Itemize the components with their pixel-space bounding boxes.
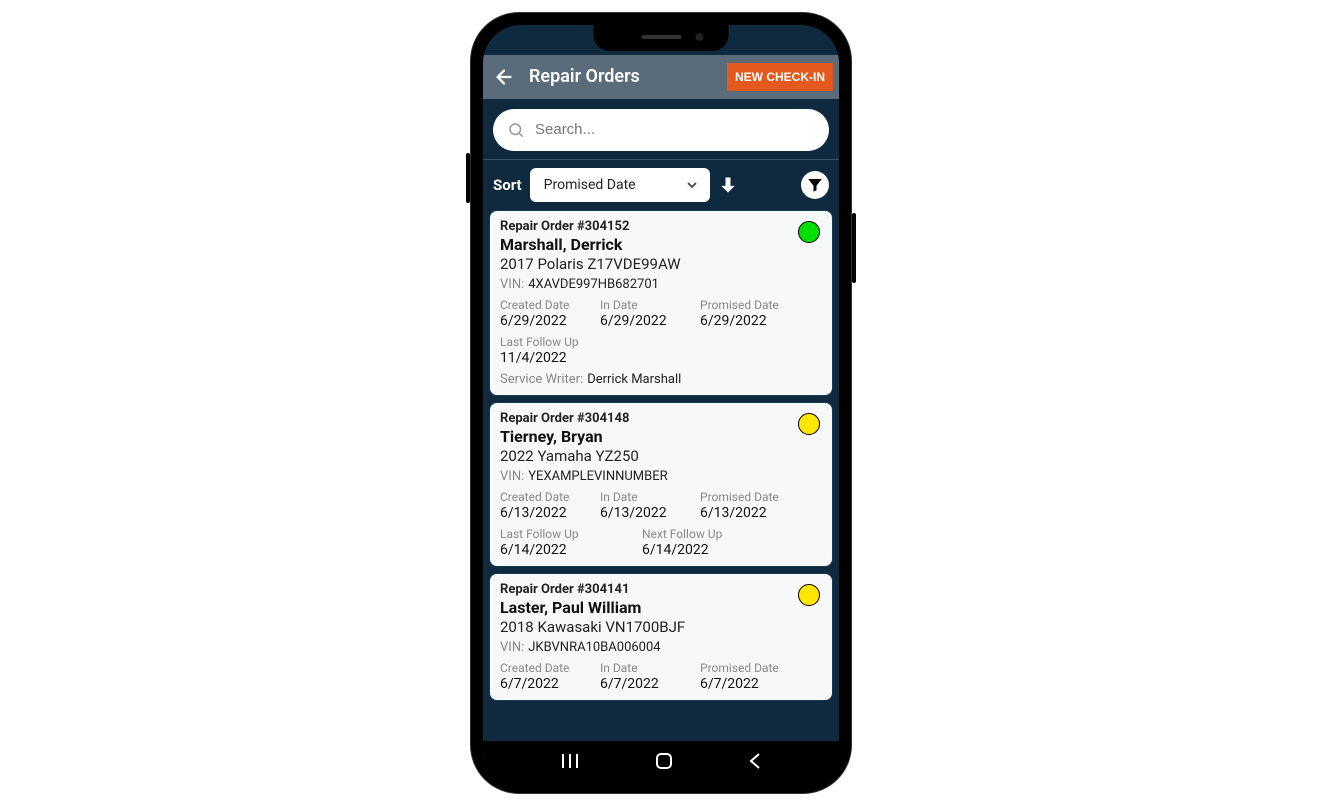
vin-label: VIN: xyxy=(500,640,524,655)
search-input[interactable] xyxy=(535,121,815,138)
sort-row: Sort Promised Date xyxy=(483,160,839,210)
search-icon xyxy=(507,121,525,139)
home-icon xyxy=(655,752,673,770)
vin-value: YEXAMPLEVINNUMBER xyxy=(528,469,667,484)
arrow-left-icon xyxy=(493,66,515,88)
sort-label: Sort xyxy=(493,176,522,194)
promised-date-value: 6/29/2022 xyxy=(700,313,788,329)
back-button[interactable] xyxy=(493,66,515,88)
in-date-label: In Date xyxy=(600,298,688,312)
vehicle-description: 2017 Polaris Z17VDE99AW xyxy=(500,255,822,273)
sort-dropdown[interactable]: Promised Date xyxy=(530,168,710,202)
vehicle-description: 2022 Yamaha YZ250 xyxy=(500,447,822,465)
android-nav-bar xyxy=(483,741,839,781)
app-screen: Repair Orders NEW CHECK-IN Sort Promised… xyxy=(483,25,839,781)
service-writer-label: Service Writer: xyxy=(500,372,583,387)
vin-value: 4XAVDE997HB682701 xyxy=(528,277,659,292)
status-indicator xyxy=(798,413,820,435)
created-date-value: 6/7/2022 xyxy=(500,676,588,692)
last-followup-label: Last Follow Up xyxy=(500,335,630,349)
promised-date-value: 6/7/2022 xyxy=(700,676,788,692)
order-card[interactable]: Repair Order #304141 Laster, Paul Willia… xyxy=(489,573,833,701)
next-followup-value: 6/14/2022 xyxy=(642,542,772,558)
promised-date-value: 6/13/2022 xyxy=(700,505,788,521)
front-camera xyxy=(696,33,704,41)
status-indicator xyxy=(798,221,820,243)
filter-button[interactable] xyxy=(801,171,829,199)
vin-row: VIN: 4XAVDE997HB682701 xyxy=(500,277,822,292)
created-date-value: 6/29/2022 xyxy=(500,313,588,329)
vin-label: VIN: xyxy=(500,277,524,292)
customer-name: Tierney, Bryan xyxy=(500,427,822,446)
in-date-label: In Date xyxy=(600,490,688,504)
vehicle-description: 2018 Kawasaki VN1700BJF xyxy=(500,618,822,636)
phone-frame: Repair Orders NEW CHECK-IN Sort Promised… xyxy=(471,13,851,793)
service-writer-row: Service Writer: Derrick Marshall xyxy=(500,372,822,387)
back-nav-button[interactable] xyxy=(748,752,762,770)
in-date-value: 6/29/2022 xyxy=(600,313,688,329)
created-date-label: Created Date xyxy=(500,490,588,504)
repair-order-number: Repair Order #304152 xyxy=(500,219,822,234)
promised-date-label: Promised Date xyxy=(700,298,788,312)
in-date-value: 6/13/2022 xyxy=(600,505,688,521)
next-followup-label: Next Follow Up xyxy=(642,527,772,541)
promised-date-label: Promised Date xyxy=(700,661,788,675)
created-date-label: Created Date xyxy=(500,298,588,312)
status-indicator xyxy=(798,584,820,606)
sort-selected-value: Promised Date xyxy=(544,177,636,193)
sort-direction-button[interactable] xyxy=(718,175,738,195)
promised-date-label: Promised Date xyxy=(700,490,788,504)
dates-row: Created Date6/29/2022 In Date6/29/2022 P… xyxy=(500,298,822,329)
recent-apps-button[interactable] xyxy=(560,753,580,769)
in-date-value: 6/7/2022 xyxy=(600,676,688,692)
repair-order-number: Repair Order #304148 xyxy=(500,411,822,426)
search-section xyxy=(483,99,839,160)
chevron-down-icon xyxy=(684,177,700,193)
created-date-label: Created Date xyxy=(500,661,588,675)
dates-row: Created Date6/13/2022 In Date6/13/2022 P… xyxy=(500,490,822,521)
vin-row: VIN: YEXAMPLEVINNUMBER xyxy=(500,469,822,484)
phone-notch xyxy=(594,23,729,51)
followup-row: Last Follow Up11/4/2022 xyxy=(500,335,822,366)
vin-value: JKBVNRA10BA006004 xyxy=(528,640,660,655)
order-list: Repair Order #304152 Marshall, Derrick 2… xyxy=(483,210,839,781)
chevron-left-icon xyxy=(748,752,762,770)
customer-name: Laster, Paul William xyxy=(500,598,822,617)
last-followup-value: 6/14/2022 xyxy=(500,542,630,558)
last-followup-value: 11/4/2022 xyxy=(500,350,630,366)
created-date-value: 6/13/2022 xyxy=(500,505,588,521)
speaker-slot xyxy=(641,35,681,39)
new-checkin-button[interactable]: NEW CHECK-IN xyxy=(727,63,833,91)
order-card[interactable]: Repair Order #304152 Marshall, Derrick 2… xyxy=(489,210,833,396)
vin-label: VIN: xyxy=(500,469,524,484)
app-header: Repair Orders NEW CHECK-IN xyxy=(483,55,839,99)
order-card[interactable]: Repair Order #304148 Tierney, Bryan 2022… xyxy=(489,402,833,567)
last-followup-label: Last Follow Up xyxy=(500,527,630,541)
arrow-down-icon xyxy=(718,175,738,195)
service-writer-value: Derrick Marshall xyxy=(587,372,681,387)
search-bar[interactable] xyxy=(493,109,829,151)
recent-icon xyxy=(560,753,580,769)
customer-name: Marshall, Derrick xyxy=(500,235,822,254)
followup-row: Last Follow Up6/14/2022Next Follow Up6/1… xyxy=(500,527,822,558)
home-button[interactable] xyxy=(655,752,673,770)
in-date-label: In Date xyxy=(600,661,688,675)
vin-row: VIN: JKBVNRA10BA006004 xyxy=(500,640,822,655)
repair-order-number: Repair Order #304141 xyxy=(500,582,822,597)
dates-row: Created Date6/7/2022 In Date6/7/2022 Pro… xyxy=(500,661,822,692)
page-title: Repair Orders xyxy=(529,66,727,87)
filter-icon xyxy=(806,176,824,194)
